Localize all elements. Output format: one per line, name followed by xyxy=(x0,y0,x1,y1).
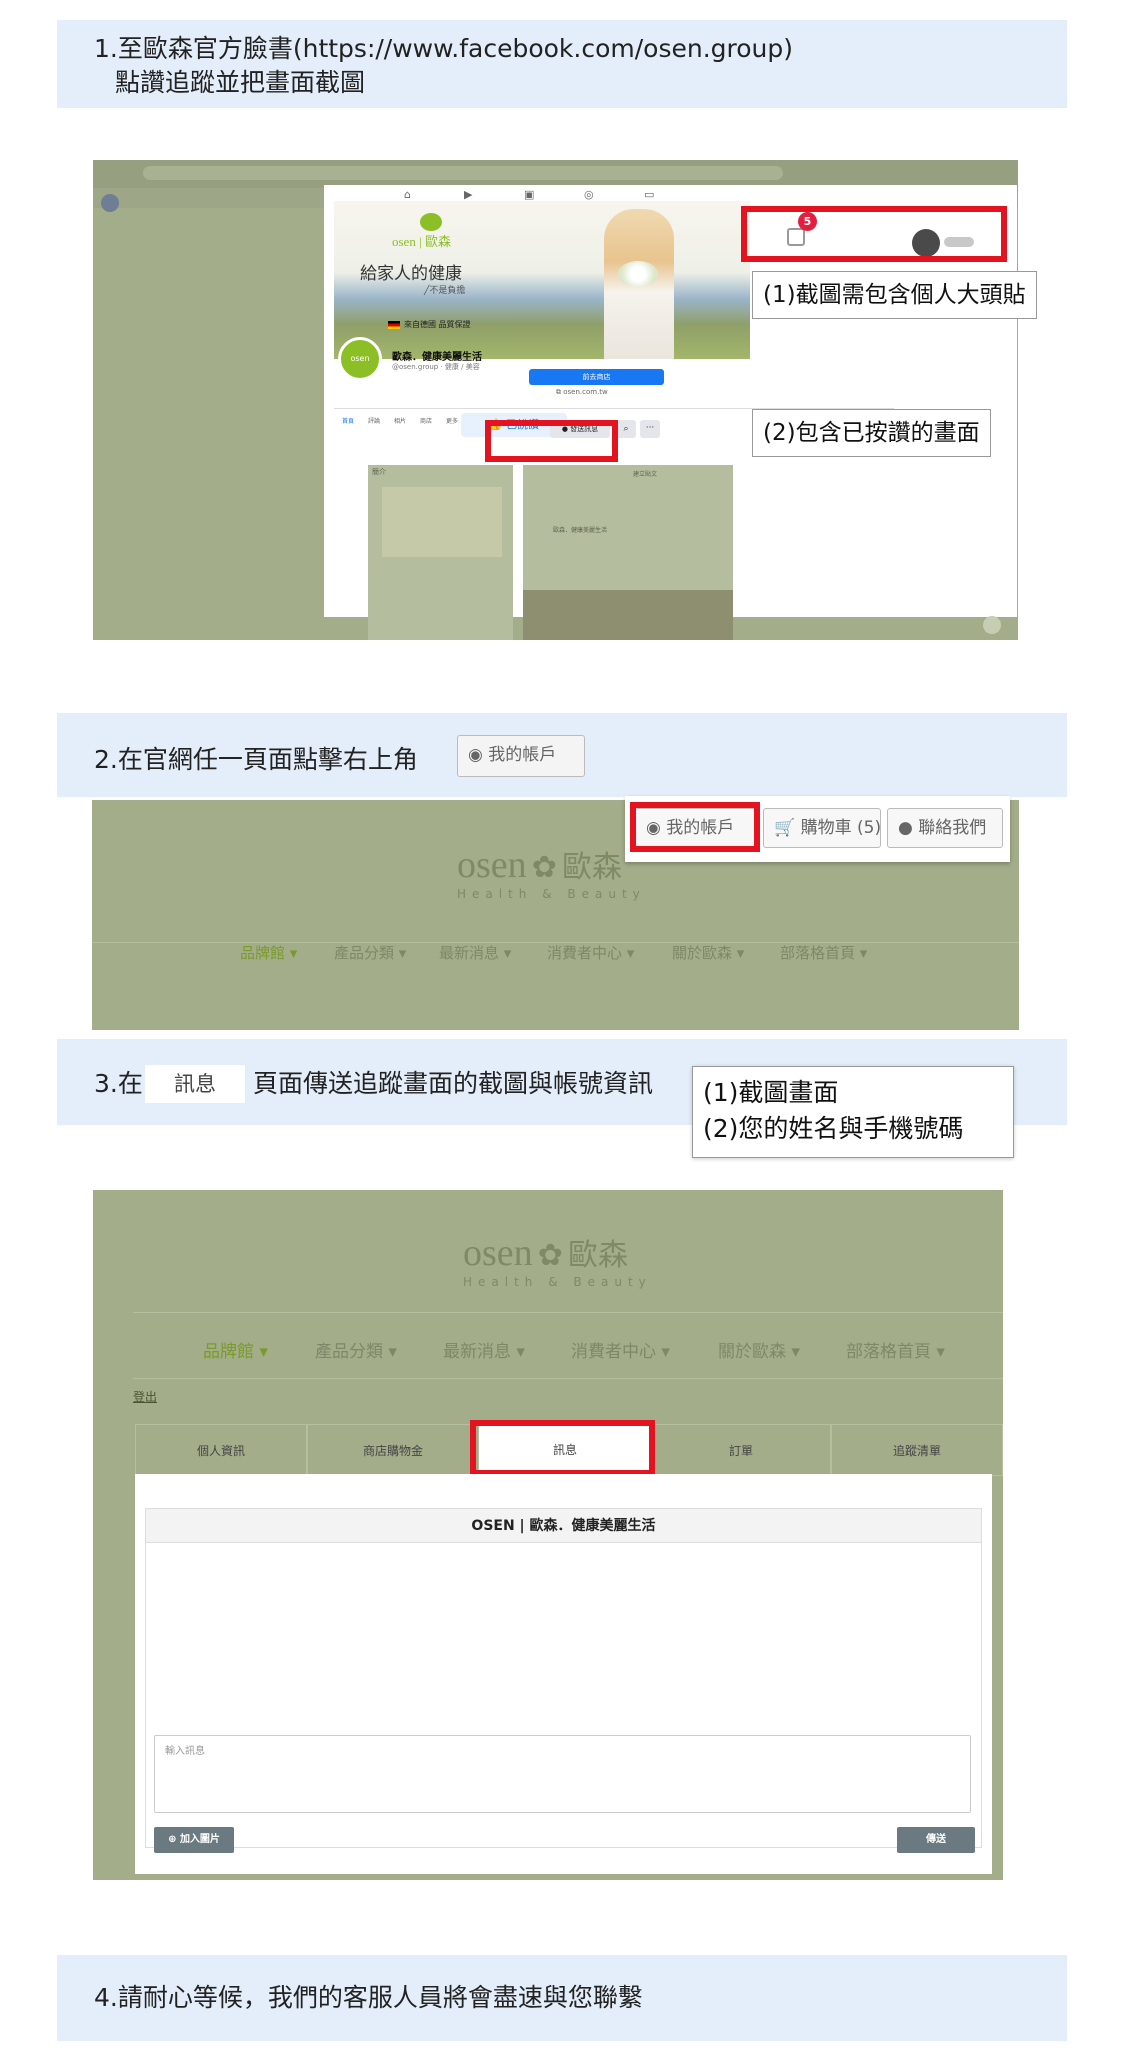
user-icon: ◉ xyxy=(468,745,489,765)
page-name: 歐森．健康美麗生活 xyxy=(392,352,482,363)
chat-header: OSEN | 歐森．健康美麗生活 xyxy=(146,1509,981,1543)
highlight-account-button xyxy=(630,802,760,852)
page-avatar: osen xyxy=(338,337,382,381)
step1-line2: 點讚追蹤並把畫面截圖 xyxy=(115,68,366,97)
dimmed-feed-card: 建立貼文 歐森．健康美麗生活 xyxy=(523,465,733,640)
gaming-icon[interactable]: ▭ xyxy=(644,188,654,201)
tab-profile[interactable]: 個人資訊 xyxy=(135,1424,307,1476)
account-menu-consumer[interactable]: 消費者中心 ▾ xyxy=(571,1337,670,1362)
callout-liked: (2)包含已按讚的畫面 xyxy=(752,409,991,457)
plus-circle-icon: ⊕ xyxy=(168,1834,180,1845)
tree-icon: ✿ xyxy=(537,1238,563,1273)
tab-home[interactable]: 首頁 xyxy=(342,416,354,425)
post-author: 歐森．健康美麗生活 xyxy=(553,527,608,534)
site-logo: osen ✿ 歐森 Health & Beauty xyxy=(457,844,646,901)
step3-prefix: 3.在 xyxy=(94,1069,143,1098)
account-menu-products[interactable]: 產品分類 ▾ xyxy=(315,1337,397,1362)
cover-logo: osen | 歐森 xyxy=(392,234,451,249)
account-menu-news[interactable]: 最新消息 ▾ xyxy=(443,1337,525,1362)
send-button[interactable]: 傳送 xyxy=(897,1827,975,1853)
step1-banner: 1.至歐森官方臉書(https://www.facebook.com/osen.… xyxy=(57,20,1067,108)
step4-banner: 4.請耐心等候，我們的客服人員將會盡速與您聯繫 xyxy=(57,1955,1067,2041)
cover-slogan: 給家人的健康 xyxy=(360,264,462,284)
menu-products[interactable]: 產品分類 ▾ xyxy=(334,942,406,963)
callout-profile-photo: (1)截圖需包含個人大頭貼 xyxy=(752,271,1037,319)
add-image-button[interactable]: ⊕ 加入圖片 xyxy=(154,1827,234,1853)
cart-button[interactable]: 🛒 購物車 (5) xyxy=(763,808,881,848)
message-tab-sample: 訊息 xyxy=(145,1065,245,1103)
browser-toolbar xyxy=(93,160,1018,188)
step2-banner: 2.在官網任一頁面點擊右上角 ◉ 我的帳戶 xyxy=(57,713,1067,797)
menu-brand[interactable]: 品牌館 ▾ xyxy=(240,942,297,963)
dimmed-intro-card: 簡介 xyxy=(368,465,513,640)
website-link[interactable]: ⧉ osen.com.tw xyxy=(556,388,608,397)
menu-news[interactable]: 最新消息 ▾ xyxy=(439,942,511,963)
step3-suffix: 頁面傳送追蹤畫面的截圖與帳號資訊 xyxy=(253,1069,654,1098)
step4-text: 4.請耐心等候，我們的客服人員將會盡速與您聯繫 xyxy=(94,1983,643,2012)
cover-photo: osen | 歐森 給家人的健康 ╱不是負擔 來自德國 品質保證 xyxy=(334,201,750,359)
fb-logo-icon xyxy=(101,194,119,212)
menu-about[interactable]: 關於歐森 ▾ xyxy=(672,942,744,963)
tab-photos[interactable]: 相片 xyxy=(394,416,406,425)
tree-icon: ✿ xyxy=(531,850,557,885)
marketplace-icon[interactable]: ▣ xyxy=(524,188,534,201)
cart-icon: 🛒 xyxy=(774,818,801,838)
tab-watchlist[interactable]: 追蹤清單 xyxy=(831,1424,1003,1476)
my-account-button-example[interactable]: ◉ 我的帳戶 xyxy=(457,735,585,777)
highlight-profile-area xyxy=(741,206,1007,262)
tab-credits[interactable]: 商店購物金 xyxy=(307,1424,479,1476)
cover-badge: 來自德國 品質保證 xyxy=(388,319,471,330)
tree-logo-icon xyxy=(420,213,442,231)
note-name-phone: (2)您的姓名與手機號碼 xyxy=(703,1114,964,1143)
post-photo xyxy=(523,590,733,640)
menu-consumer[interactable]: 消費者中心 ▾ xyxy=(547,942,634,963)
flower-bouquet xyxy=(618,261,658,287)
page-search-button[interactable]: ⌕ xyxy=(616,420,636,438)
groups-icon[interactable]: ◎ xyxy=(584,188,594,201)
chat-bubble-icon: ● xyxy=(898,818,919,838)
tab-more[interactable]: 更多 xyxy=(446,416,458,425)
step2-text: 2.在官網任一頁面點擊右上角 xyxy=(94,745,418,774)
highlight-message-tab xyxy=(470,1420,655,1476)
page-more-button[interactable]: ··· xyxy=(640,420,660,438)
message-panel: OSEN | 歐森．健康美麗生活 輸入訊息 ⊕ 加入圖片 傳送 xyxy=(135,1474,992,1874)
fb-top-nav: ⌂ ▶ ▣ ◎ ▭ xyxy=(404,188,804,201)
account-menu-about[interactable]: 關於歐森 ▾ xyxy=(718,1337,800,1362)
map-thumbnail xyxy=(382,487,502,557)
home-icon[interactable]: ⌂ xyxy=(404,188,411,201)
edit-icon[interactable] xyxy=(983,616,1001,634)
account-menu-blog[interactable]: 部落格首頁 ▾ xyxy=(846,1337,945,1362)
shop-button[interactable]: 前去商店 xyxy=(529,369,664,385)
watch-icon[interactable]: ▶ xyxy=(464,188,472,201)
account-site-logo: osen ✿ 歐森 Health & Beauty xyxy=(463,1232,652,1289)
more-dots-icon: ··· xyxy=(645,423,655,433)
tab-reviews[interactable]: 評論 xyxy=(368,416,380,425)
menu-blog[interactable]: 部落格首頁 ▾ xyxy=(780,942,867,963)
logout-link[interactable]: 登出 xyxy=(133,1388,157,1405)
step1-line1: 1.至歐森官方臉書(https://www.facebook.com/osen.… xyxy=(94,34,794,63)
highlight-liked-button xyxy=(485,420,618,462)
create-post-label: 建立貼文 xyxy=(633,471,658,478)
account-menu-brand[interactable]: 品牌館 ▾ xyxy=(203,1337,268,1362)
tab-orders[interactable]: 訂單 xyxy=(651,1424,831,1476)
page-handle: @osen.group · 健康 / 美容 xyxy=(392,363,480,371)
callout-info: (1)截圖畫面 (2)您的姓名與手機號碼 xyxy=(692,1066,1014,1158)
cover-subslogan: ╱不是負擔 xyxy=(424,286,466,296)
note-screenshot: (1)截圖畫面 xyxy=(703,1078,839,1107)
chat-box: OSEN | 歐森．健康美麗生活 輸入訊息 ⊕ 加入圖片 傳送 xyxy=(145,1508,982,1853)
german-flag-icon xyxy=(388,321,400,329)
search-icon: ⌕ xyxy=(623,424,629,434)
tab-shop[interactable]: 商店 xyxy=(420,416,432,425)
contact-button[interactable]: ● 聯絡我們 xyxy=(887,808,1003,848)
intro-label: 簡介 xyxy=(372,468,386,476)
message-input[interactable]: 輸入訊息 xyxy=(154,1735,971,1813)
